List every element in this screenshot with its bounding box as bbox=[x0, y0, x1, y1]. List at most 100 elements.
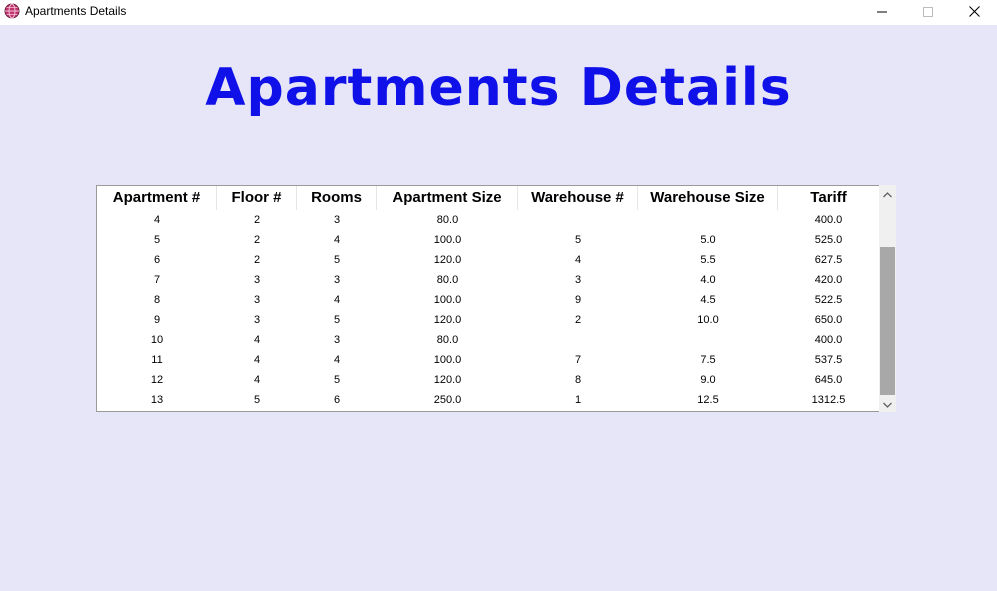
cell-apartment-size: 80.0 bbox=[436, 334, 459, 346]
cell-rooms: 3 bbox=[333, 334, 341, 346]
cell-warehouse-size: 9.0 bbox=[700, 374, 716, 386]
table-body: 4 2 3 80.0 400.0 5 2 4 100.0 5 5.0 525.0… bbox=[97, 210, 879, 410]
chevron-up-icon bbox=[883, 185, 892, 203]
table-row[interactable]: 4 2 3 80.0 400.0 bbox=[97, 210, 879, 230]
cell-warehouse-size: 10.0 bbox=[697, 314, 719, 326]
cell-rooms: 3 bbox=[333, 214, 341, 226]
cell-warehouse-number bbox=[518, 330, 638, 350]
window-title: Apartments Details bbox=[25, 4, 127, 18]
cell-apartment-size: 80.0 bbox=[436, 214, 459, 226]
column-header-warehouse-number[interactable]: Warehouse # bbox=[518, 186, 638, 210]
cell-warehouse-size bbox=[638, 210, 778, 230]
cell-apartment-size: 120.0 bbox=[433, 254, 462, 266]
minimize-button[interactable] bbox=[859, 0, 905, 25]
column-header-floor-number[interactable]: Floor # bbox=[217, 186, 297, 210]
cell-apartment-number: 4 bbox=[153, 214, 161, 226]
table-header: Apartment # Floor # Rooms Apartment Size… bbox=[97, 186, 879, 210]
cell-warehouse-number: 9 bbox=[574, 294, 582, 306]
table-vertical-scrollbar[interactable] bbox=[879, 185, 896, 412]
table-row[interactable]: 11 4 4 100.0 7 7.5 537.5 bbox=[97, 350, 879, 370]
close-icon bbox=[968, 4, 980, 22]
column-header-tariff[interactable]: Tariff bbox=[778, 186, 879, 210]
table-row[interactable]: 9 3 5 120.0 2 10.0 650.0 bbox=[97, 310, 879, 330]
cell-apartment-number: 7 bbox=[153, 274, 161, 286]
cell-apartment-number: 12 bbox=[150, 374, 164, 386]
apartments-table[interactable]: Apartment # Floor # Rooms Apartment Size… bbox=[96, 185, 880, 412]
cell-tariff: 525.0 bbox=[814, 234, 843, 246]
column-header-rooms[interactable]: Rooms bbox=[297, 186, 377, 210]
cell-floor-number: 3 bbox=[253, 294, 261, 306]
cell-floor-number: 3 bbox=[253, 314, 261, 326]
cell-apartment-size: 250.0 bbox=[433, 394, 462, 406]
cell-tariff: 420.0 bbox=[814, 274, 843, 286]
column-header-apartment-size[interactable]: Apartment Size bbox=[377, 186, 518, 210]
table-row[interactable]: 7 3 3 80.0 3 4.0 420.0 bbox=[97, 270, 879, 290]
cell-warehouse-number bbox=[518, 210, 638, 230]
cell-apartment-size: 100.0 bbox=[433, 294, 462, 306]
cell-floor-number: 4 bbox=[253, 374, 261, 386]
cell-floor-number: 2 bbox=[253, 234, 261, 246]
table-row[interactable]: 5 2 4 100.0 5 5.0 525.0 bbox=[97, 230, 879, 250]
scrollbar-thumb[interactable] bbox=[880, 247, 895, 395]
table-row[interactable]: 10 4 3 80.0 400.0 bbox=[97, 330, 879, 350]
column-header-warehouse-size[interactable]: Warehouse Size bbox=[638, 186, 778, 210]
cell-floor-number: 3 bbox=[253, 274, 261, 286]
cell-warehouse-size: 4.0 bbox=[700, 274, 716, 286]
cell-warehouse-size: 5.5 bbox=[700, 254, 716, 266]
scroll-down-button[interactable] bbox=[879, 395, 896, 412]
table-row[interactable]: 13 5 6 250.0 1 12.5 1312.5 bbox=[97, 390, 879, 410]
cell-warehouse-number: 4 bbox=[574, 254, 582, 266]
cell-tariff: 645.0 bbox=[814, 374, 843, 386]
cell-floor-number: 2 bbox=[253, 254, 261, 266]
cell-warehouse-size: 5.0 bbox=[700, 234, 716, 246]
table-row[interactable]: 6 2 5 120.0 4 5.5 627.5 bbox=[97, 250, 879, 270]
cell-apartment-size: 120.0 bbox=[433, 314, 462, 326]
cell-warehouse-size bbox=[638, 330, 778, 350]
cell-rooms: 4 bbox=[333, 234, 341, 246]
cell-tariff: 400.0 bbox=[814, 334, 843, 346]
maximize-icon bbox=[923, 4, 933, 22]
cell-apartment-size: 100.0 bbox=[433, 234, 462, 246]
cell-rooms: 4 bbox=[333, 354, 341, 366]
cell-apartment-number: 10 bbox=[150, 334, 164, 346]
cell-warehouse-number: 7 bbox=[574, 354, 582, 366]
cell-rooms: 4 bbox=[333, 294, 341, 306]
maximize-button[interactable] bbox=[905, 0, 951, 25]
cell-tariff: 650.0 bbox=[814, 314, 843, 326]
cell-floor-number: 2 bbox=[253, 214, 261, 226]
column-header-apartment-number[interactable]: Apartment # bbox=[97, 186, 217, 210]
cell-apartment-number: 6 bbox=[153, 254, 161, 266]
app-window: Apartments Details Apartments Details Ap… bbox=[0, 0, 997, 591]
close-button[interactable] bbox=[951, 0, 997, 25]
chevron-down-icon bbox=[883, 395, 892, 413]
page-title: Apartments Details bbox=[205, 58, 792, 118]
cell-rooms: 3 bbox=[333, 274, 341, 286]
cell-tariff: 537.5 bbox=[814, 354, 843, 366]
cell-apartment-number: 11 bbox=[151, 354, 163, 366]
cell-warehouse-size: 12.5 bbox=[697, 394, 719, 406]
cell-apartment-size: 100.0 bbox=[433, 354, 462, 366]
cell-apartment-size: 120.0 bbox=[433, 374, 462, 386]
cell-rooms: 6 bbox=[333, 394, 341, 406]
cell-floor-number: 4 bbox=[253, 334, 261, 346]
cell-tariff: 522.5 bbox=[814, 294, 843, 306]
cell-apartment-number: 13 bbox=[150, 394, 164, 406]
cell-warehouse-size: 7.5 bbox=[700, 354, 716, 366]
minimize-icon bbox=[877, 4, 887, 22]
cell-warehouse-number: 8 bbox=[574, 374, 582, 386]
cell-warehouse-number: 1 bbox=[574, 394, 582, 406]
cell-apartment-number: 8 bbox=[153, 294, 161, 306]
scroll-up-button[interactable] bbox=[879, 185, 896, 202]
title-bar[interactable]: Apartments Details bbox=[0, 0, 997, 25]
cell-tariff: 1312.5 bbox=[811, 394, 846, 406]
cell-rooms: 5 bbox=[333, 314, 341, 326]
cell-rooms: 5 bbox=[333, 374, 341, 386]
table-row[interactable]: 12 4 5 120.0 8 9.0 645.0 bbox=[97, 370, 879, 390]
cell-warehouse-size: 4.5 bbox=[700, 294, 716, 306]
cell-tariff: 400.0 bbox=[814, 214, 843, 226]
app-globe-icon bbox=[4, 3, 20, 19]
table-row[interactable]: 8 3 4 100.0 9 4.5 522.5 bbox=[97, 290, 879, 310]
cell-floor-number: 5 bbox=[253, 394, 261, 406]
cell-warehouse-number: 5 bbox=[574, 234, 582, 246]
cell-floor-number: 4 bbox=[253, 354, 261, 366]
